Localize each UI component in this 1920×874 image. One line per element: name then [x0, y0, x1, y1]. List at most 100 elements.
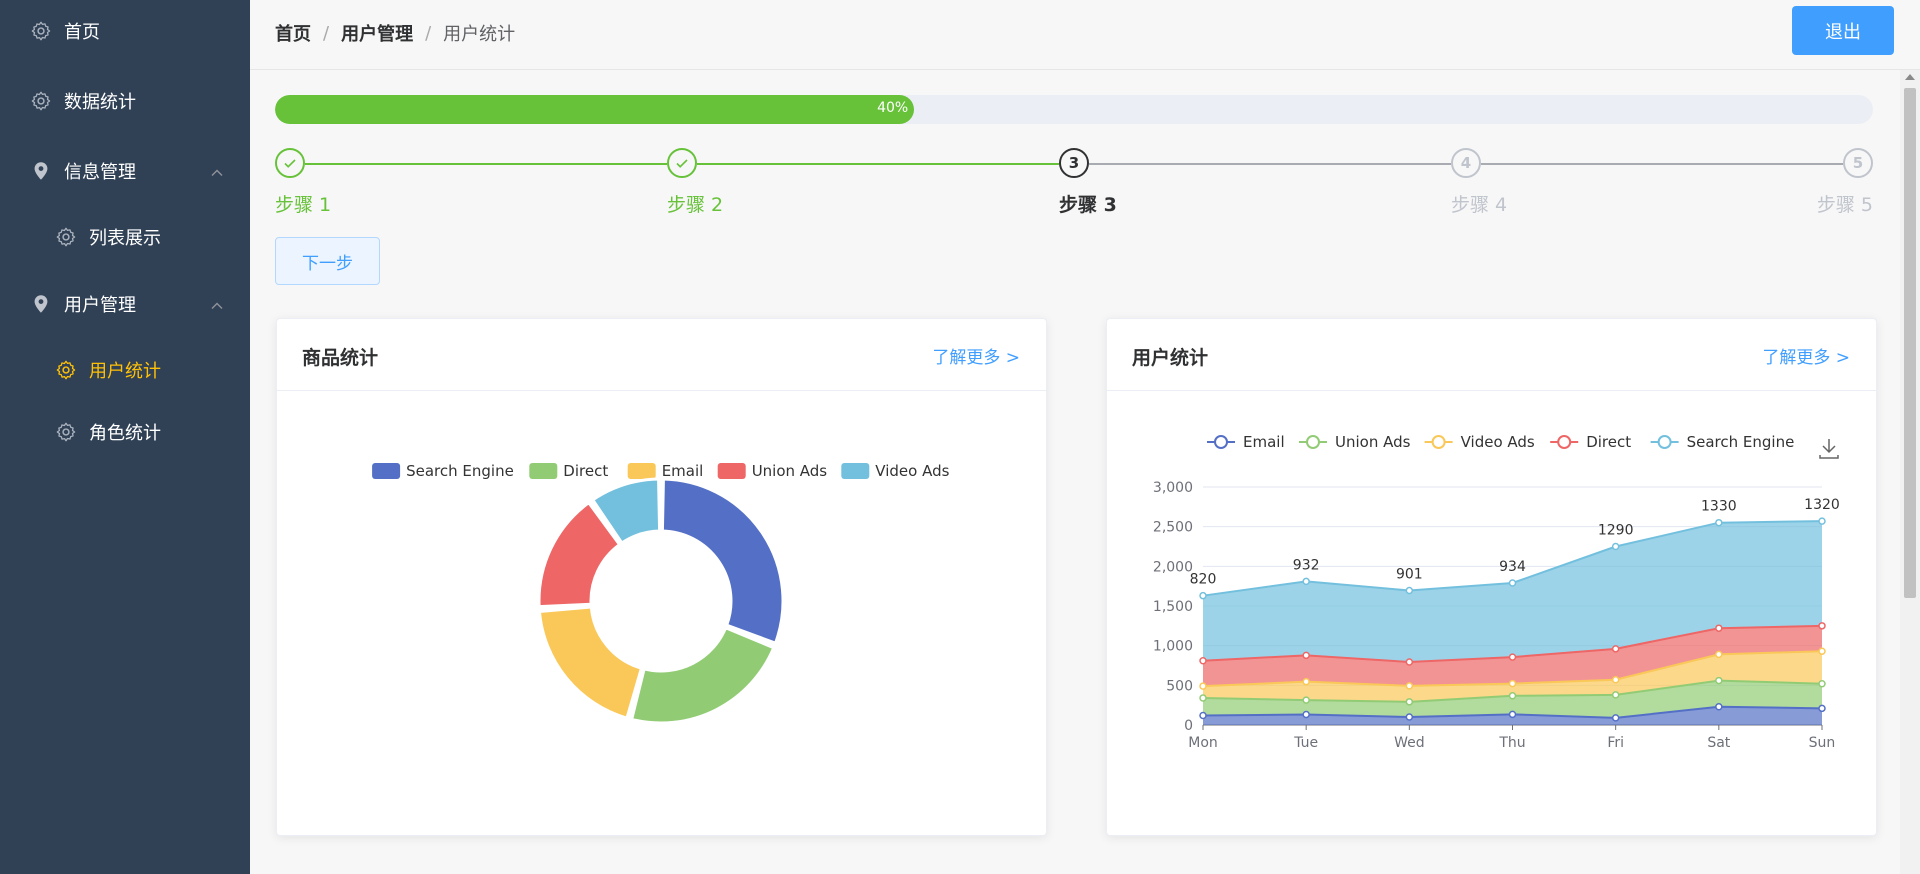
sidebar-item[interactable]: 数据统计	[0, 72, 250, 130]
data-point[interactable]	[1818, 704, 1826, 713]
data-point[interactable]	[1405, 586, 1414, 595]
legend-swatch	[372, 463, 401, 479]
step-number: 4	[1451, 148, 1481, 178]
chevron-up-icon	[210, 164, 224, 178]
data-point[interactable]	[1405, 713, 1414, 721]
data-point[interactable]	[1302, 651, 1310, 660]
legend-swatch	[529, 463, 558, 479]
legend-marker	[1431, 435, 1446, 449]
sidebar-item[interactable]: 角色统计	[0, 403, 250, 461]
data-label: 820	[1190, 572, 1217, 588]
donut-slice[interactable]	[660, 477, 785, 645]
check-icon	[667, 148, 697, 178]
sidebar-item[interactable]: 信息管理	[0, 142, 250, 200]
data-point[interactable]	[1199, 682, 1207, 690]
legend-item[interactable]: Video Ads	[1424, 433, 1535, 451]
data-point[interactable]	[1715, 624, 1723, 632]
y-tick-label: 500	[1166, 678, 1193, 694]
data-point[interactable]	[1715, 518, 1723, 527]
data-point[interactable]	[1715, 650, 1723, 659]
legend-item[interactable]: Email	[1207, 433, 1285, 451]
x-tick-label: Tue	[1293, 735, 1318, 751]
step-title: 步骤 2	[667, 194, 724, 216]
card-title: 商品统计	[302, 347, 379, 369]
legend-item[interactable]: Search Engine	[372, 462, 514, 480]
sidebar-item[interactable]: 用户统计	[0, 341, 250, 399]
goods-stats-card: 商品统计 了解更多 > Search Engine Direct Email Unio…	[276, 318, 1047, 836]
data-point[interactable]	[1611, 542, 1620, 551]
scroll-thumb[interactable]	[1904, 88, 1916, 598]
legend-label: Search Engine	[406, 462, 514, 480]
data-point[interactable]	[1818, 679, 1826, 688]
data-label: 1320	[1804, 497, 1840, 513]
data-point[interactable]	[1508, 679, 1517, 688]
learn-more-link[interactable]: 了解更多 >	[1762, 343, 1850, 368]
donut-slice[interactable]	[630, 626, 776, 725]
legend-label: Email	[1243, 433, 1285, 451]
data-point[interactable]	[1302, 577, 1310, 586]
data-point[interactable]	[1199, 656, 1207, 665]
legend-item[interactable]: Video Ads	[841, 462, 950, 480]
legend-item[interactable]: Direct	[1550, 433, 1631, 451]
x-tick-label: Thu	[1498, 735, 1525, 751]
data-point[interactable]	[1405, 698, 1414, 706]
data-label: 932	[1293, 557, 1320, 573]
logout-button[interactable]: 退出	[1792, 6, 1894, 55]
sidebar-item[interactable]: 列表展示	[0, 208, 250, 266]
legend-swatch	[627, 463, 656, 479]
x-tick-label: Fri	[1607, 735, 1624, 751]
step-connector	[697, 163, 1059, 165]
gear-icon	[55, 421, 77, 443]
data-point[interactable]	[1302, 696, 1310, 704]
data-point[interactable]	[1818, 647, 1826, 655]
data-label: 901	[1396, 567, 1423, 583]
data-point[interactable]	[1302, 710, 1310, 719]
data-point[interactable]	[1302, 677, 1310, 686]
data-point[interactable]	[1508, 692, 1517, 700]
legend-item[interactable]: Search Engine	[1650, 433, 1795, 451]
legend-label: Email	[662, 462, 704, 480]
sidebar: 首页数据统计信息管理列表展示用户管理用户统计 角色统计	[0, 0, 250, 874]
donut-slice[interactable]	[537, 605, 643, 720]
data-point[interactable]	[1611, 714, 1620, 722]
data-point[interactable]	[1818, 622, 1826, 630]
data-point[interactable]	[1715, 676, 1723, 685]
step-title: 步骤 4	[1451, 194, 1508, 216]
download-icon[interactable]	[1819, 439, 1839, 459]
data-point[interactable]	[1199, 591, 1207, 600]
data-point[interactable]	[1405, 658, 1414, 666]
stacked-area-chart: Email Union Ads Video Ads Direct Search Engi…	[1153, 433, 1840, 751]
learn-more-link[interactable]: 了解更多 >	[932, 343, 1020, 368]
legend-item[interactable]: Direct	[529, 462, 608, 480]
next-step-button[interactable]: 下一步	[275, 237, 380, 285]
legend-item[interactable]: Union Ads	[717, 462, 828, 480]
data-point[interactable]	[1818, 517, 1826, 525]
data-point[interactable]	[1611, 676, 1620, 684]
data-point[interactable]	[1405, 682, 1414, 690]
data-point[interactable]	[1611, 645, 1620, 653]
breadcrumb-item-home[interactable]: 首页	[275, 20, 311, 46]
breadcrumb-item-user-management[interactable]: 用户管理	[341, 20, 413, 46]
scroll-up-arrow-icon[interactable]	[1905, 74, 1915, 80]
data-point[interactable]	[1715, 703, 1723, 711]
data-point[interactable]	[1508, 710, 1517, 719]
vertical-scrollbar[interactable]	[1900, 70, 1920, 874]
header: 首页 / 用户管理 / 用户统计 退出	[250, 0, 1920, 70]
progress-bar: 40%	[275, 95, 1873, 124]
data-point[interactable]	[1199, 711, 1207, 720]
data-label: 1290	[1598, 523, 1634, 539]
data-point[interactable]	[1199, 694, 1207, 702]
data-point[interactable]	[1508, 653, 1517, 661]
data-point[interactable]	[1508, 579, 1517, 587]
data-point[interactable]	[1611, 691, 1620, 699]
legend-item[interactable]: Union Ads	[1299, 433, 1411, 451]
legend-item[interactable]: Email	[627, 462, 704, 480]
sidebar-item[interactable]: 首页	[0, 2, 250, 60]
legend-marker	[1214, 435, 1228, 449]
legend-swatch	[717, 463, 746, 479]
sidebar-item[interactable]: 用户管理	[0, 275, 250, 333]
gear-icon	[55, 226, 77, 248]
sidebar-item-label: 用户管理	[64, 295, 136, 316]
legend-marker	[1306, 435, 1320, 449]
legend-marker	[1657, 435, 1672, 449]
